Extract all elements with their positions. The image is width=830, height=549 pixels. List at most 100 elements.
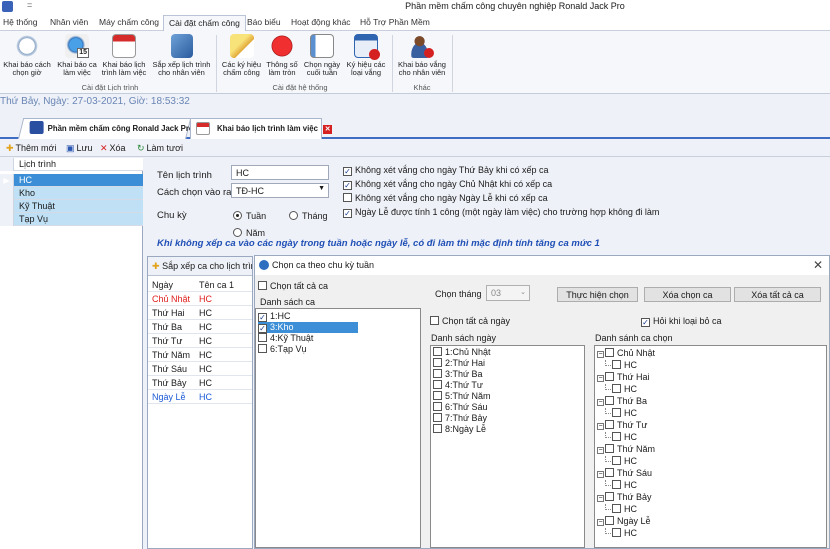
collapse-icon[interactable]: − bbox=[597, 471, 604, 478]
table-row[interactable]: Ngày Lễ HC bbox=[148, 391, 252, 404]
list-item[interactable]: 4:Thứ Tư bbox=[433, 380, 483, 391]
tree-node-shift[interactable]: HC bbox=[605, 503, 637, 515]
ribbon-symbols-button[interactable]: Các ký hiệu chấm công bbox=[219, 34, 264, 77]
shift-cell: HC bbox=[199, 308, 212, 318]
month-select[interactable]: 03 ⌄ bbox=[486, 285, 530, 301]
shift-cell: HC bbox=[199, 378, 212, 388]
clear-selection-button[interactable]: Xóa chọn ca bbox=[644, 287, 731, 302]
list-item[interactable]: Tạp Vụ bbox=[0, 213, 143, 226]
tree-node-day[interactable]: − Chủ Nhật bbox=[597, 347, 655, 359]
list-item[interactable]: 5:Thứ Năm bbox=[433, 391, 491, 402]
tree-node-shift[interactable]: HC bbox=[605, 527, 637, 539]
option-holiday-credit-checkbox[interactable]: ✓ Ngày Lễ được tính 1 công (một ngày làm … bbox=[343, 207, 659, 218]
shift-panel-toolbar[interactable]: ✚ Sắp xếp ca cho lịch trình bbox=[148, 257, 252, 276]
close-tab-icon[interactable]: ✕ bbox=[323, 125, 333, 134]
list-item[interactable]: 6:Tạp Vụ bbox=[258, 344, 307, 355]
pencil-note-icon bbox=[229, 34, 254, 58]
apply-selection-button[interactable]: Thực hiện chọn bbox=[557, 287, 638, 302]
tree-node-day[interactable]: − Thứ Sáu bbox=[597, 467, 652, 479]
delete-button[interactable]: ✕ Xóa bbox=[100, 143, 126, 154]
collapse-icon[interactable]: − bbox=[597, 423, 604, 430]
app-icon[interactable] bbox=[2, 1, 13, 12]
tree-node-day[interactable]: − Thứ Hai bbox=[597, 371, 650, 383]
cycle-month-radio[interactable]: Tháng bbox=[289, 211, 328, 221]
list-item[interactable]: ✓ 1:HC bbox=[258, 311, 291, 322]
collapse-icon[interactable]: − bbox=[597, 399, 604, 406]
ribbon-rounding-button[interactable]: Thông số làm tròn bbox=[264, 34, 300, 77]
quick-access-toolbar[interactable]: = bbox=[27, 0, 32, 10]
list-item[interactable]: 8:Ngày Lễ bbox=[433, 424, 486, 435]
ask-remove-checkbox[interactable]: ✓ Hỏi khi loại bỏ ca bbox=[641, 316, 722, 327]
schedule-name-input[interactable]: HC bbox=[231, 165, 329, 180]
chevron-down-icon: ⌄ bbox=[520, 289, 526, 296]
shift-assignment-panel: ✚ Sắp xếp ca cho lịch trình Ngày Tên ca 1… bbox=[147, 256, 253, 549]
cycle-week-radio[interactable]: Tuần bbox=[233, 211, 266, 221]
table-row[interactable]: Thứ Tư HC bbox=[148, 335, 252, 348]
day-cell: Thứ Năm bbox=[152, 350, 191, 360]
menu-time-machine[interactable]: Máy chấm công bbox=[99, 17, 159, 27]
tree-node-day[interactable]: − Thứ Ba bbox=[597, 395, 647, 407]
tree-node-shift[interactable]: HC bbox=[605, 479, 637, 491]
list-item[interactable]: ▶ HC bbox=[0, 174, 143, 187]
table-row[interactable]: Chủ Nhật HC bbox=[148, 293, 252, 306]
option-holiday-checkbox[interactable]: Không xét vắng cho ngày Ngày Lễ khi có x… bbox=[343, 193, 548, 203]
add-button[interactable]: ✚ Thêm mới bbox=[6, 143, 56, 154]
tree-node-day[interactable]: − Thứ Bảy bbox=[597, 491, 652, 503]
collapse-icon[interactable]: − bbox=[597, 519, 604, 526]
collapse-icon[interactable]: − bbox=[597, 447, 604, 454]
list-item[interactable]: ✓ 3:Kho bbox=[258, 322, 358, 333]
tree-node-day[interactable]: − Thứ Tư bbox=[597, 419, 647, 431]
close-icon[interactable]: ✕ bbox=[813, 258, 823, 272]
tree-node-shift[interactable]: HC bbox=[605, 407, 637, 419]
ribbon-absence-symbols-button[interactable]: Ký hiệu các loại vắng bbox=[344, 34, 388, 77]
tab-schedule[interactable]: Khai báo lịch trình làm việc ✕ bbox=[190, 118, 333, 139]
select-all-shifts-checkbox[interactable]: Chọn tất cả ca bbox=[258, 281, 328, 291]
method-select[interactable]: TĐ-HC ▼ bbox=[231, 183, 329, 198]
refresh-button[interactable]: ↻ Làm tươi bbox=[137, 143, 183, 154]
list-item[interactable]: 4:Kỹ Thuật bbox=[258, 333, 313, 344]
menu-reports[interactable]: Báo biểu bbox=[247, 17, 281, 27]
select-all-days-checkbox[interactable]: Chọn tất cả ngày bbox=[430, 316, 510, 326]
ribbon-weekend-button[interactable]: Chọn ngày cuối tuần bbox=[302, 34, 342, 77]
ribbon-time-method-button[interactable]: Khai báo cách chọn giờ bbox=[2, 34, 52, 77]
ribbon-employee-absence-button[interactable]: Khai báo vắng cho nhân viên bbox=[396, 34, 448, 77]
table-row[interactable]: Thứ Sáu HC bbox=[148, 363, 252, 376]
ribbon-schedule-button[interactable]: Khai báo lịch trình làm việc bbox=[100, 34, 148, 77]
list-item[interactable]: 3:Thứ Ba bbox=[433, 369, 483, 380]
ribbon-assign-schedule-button[interactable]: Sắp xếp lịch trình cho nhân viên bbox=[150, 34, 213, 77]
cycle-year-radio[interactable]: Năm bbox=[233, 228, 265, 238]
list-item[interactable]: 2:Thứ Hai bbox=[433, 358, 485, 369]
table-row[interactable]: Thứ Ba HC bbox=[148, 321, 252, 334]
table-row[interactable]: Thứ Bảy HC bbox=[148, 377, 252, 390]
document-tabs: Phần mềm chấm công Ronald Jack Pro Khai … bbox=[0, 111, 830, 139]
option-saturday-checkbox[interactable]: ✓ Không xét vắng cho ngày Thứ Bảy khi có … bbox=[343, 165, 548, 176]
menu-system[interactable]: Hệ thống bbox=[3, 17, 38, 27]
collapse-icon[interactable]: − bbox=[597, 375, 604, 382]
tree-node-day[interactable]: − Thứ Năm bbox=[597, 443, 655, 455]
menu-attendance-settings[interactable]: Cài đặt chấm công bbox=[163, 15, 246, 32]
tree-node-shift[interactable]: HC bbox=[605, 455, 637, 467]
collapse-icon[interactable]: − bbox=[597, 495, 604, 502]
collapse-icon[interactable]: − bbox=[597, 351, 604, 358]
tree-node-shift[interactable]: HC bbox=[605, 383, 637, 395]
tree-node-shift[interactable]: HC bbox=[605, 431, 637, 443]
list-item[interactable]: Kỹ Thuật bbox=[0, 200, 143, 213]
list-item[interactable]: 6:Thứ Sáu bbox=[433, 402, 488, 413]
menu-support[interactable]: Hỗ Trợ Phần Mềm bbox=[360, 17, 430, 27]
tree-node-day[interactable]: − Ngày Lễ bbox=[597, 515, 651, 527]
save-button[interactable]: ▣ Lưu bbox=[66, 143, 93, 154]
tree-node-shift[interactable]: HC bbox=[605, 359, 637, 371]
menu-employee[interactable]: Nhân viên bbox=[50, 17, 88, 27]
ribbon-shift-button[interactable]: 15 Khai báo ca làm việc bbox=[55, 34, 99, 77]
table-row[interactable]: Thứ Hai HC bbox=[148, 307, 252, 320]
list-item[interactable]: 7:Thứ Bảy bbox=[433, 413, 487, 424]
calendar-clock-icon: 15 bbox=[65, 34, 89, 58]
tab-main[interactable]: Phần mềm chấm công Ronald Jack Pro bbox=[18, 118, 194, 139]
datetime-label: Thứ Bảy, Ngày: 27-03-2021, Giờ: 18:53:32 bbox=[0, 94, 830, 110]
menu-other-activities[interactable]: Hoạt động khác bbox=[291, 17, 351, 27]
option-sunday-checkbox[interactable]: ✓ Không xét vắng cho ngày Chủ Nhật khi có… bbox=[343, 179, 552, 190]
clear-all-button[interactable]: Xóa tất cả ca bbox=[734, 287, 821, 302]
list-item[interactable]: Kho bbox=[0, 187, 143, 200]
table-row[interactable]: Thứ Năm HC bbox=[148, 349, 252, 362]
list-item[interactable]: 1:Chủ Nhật bbox=[433, 347, 491, 358]
